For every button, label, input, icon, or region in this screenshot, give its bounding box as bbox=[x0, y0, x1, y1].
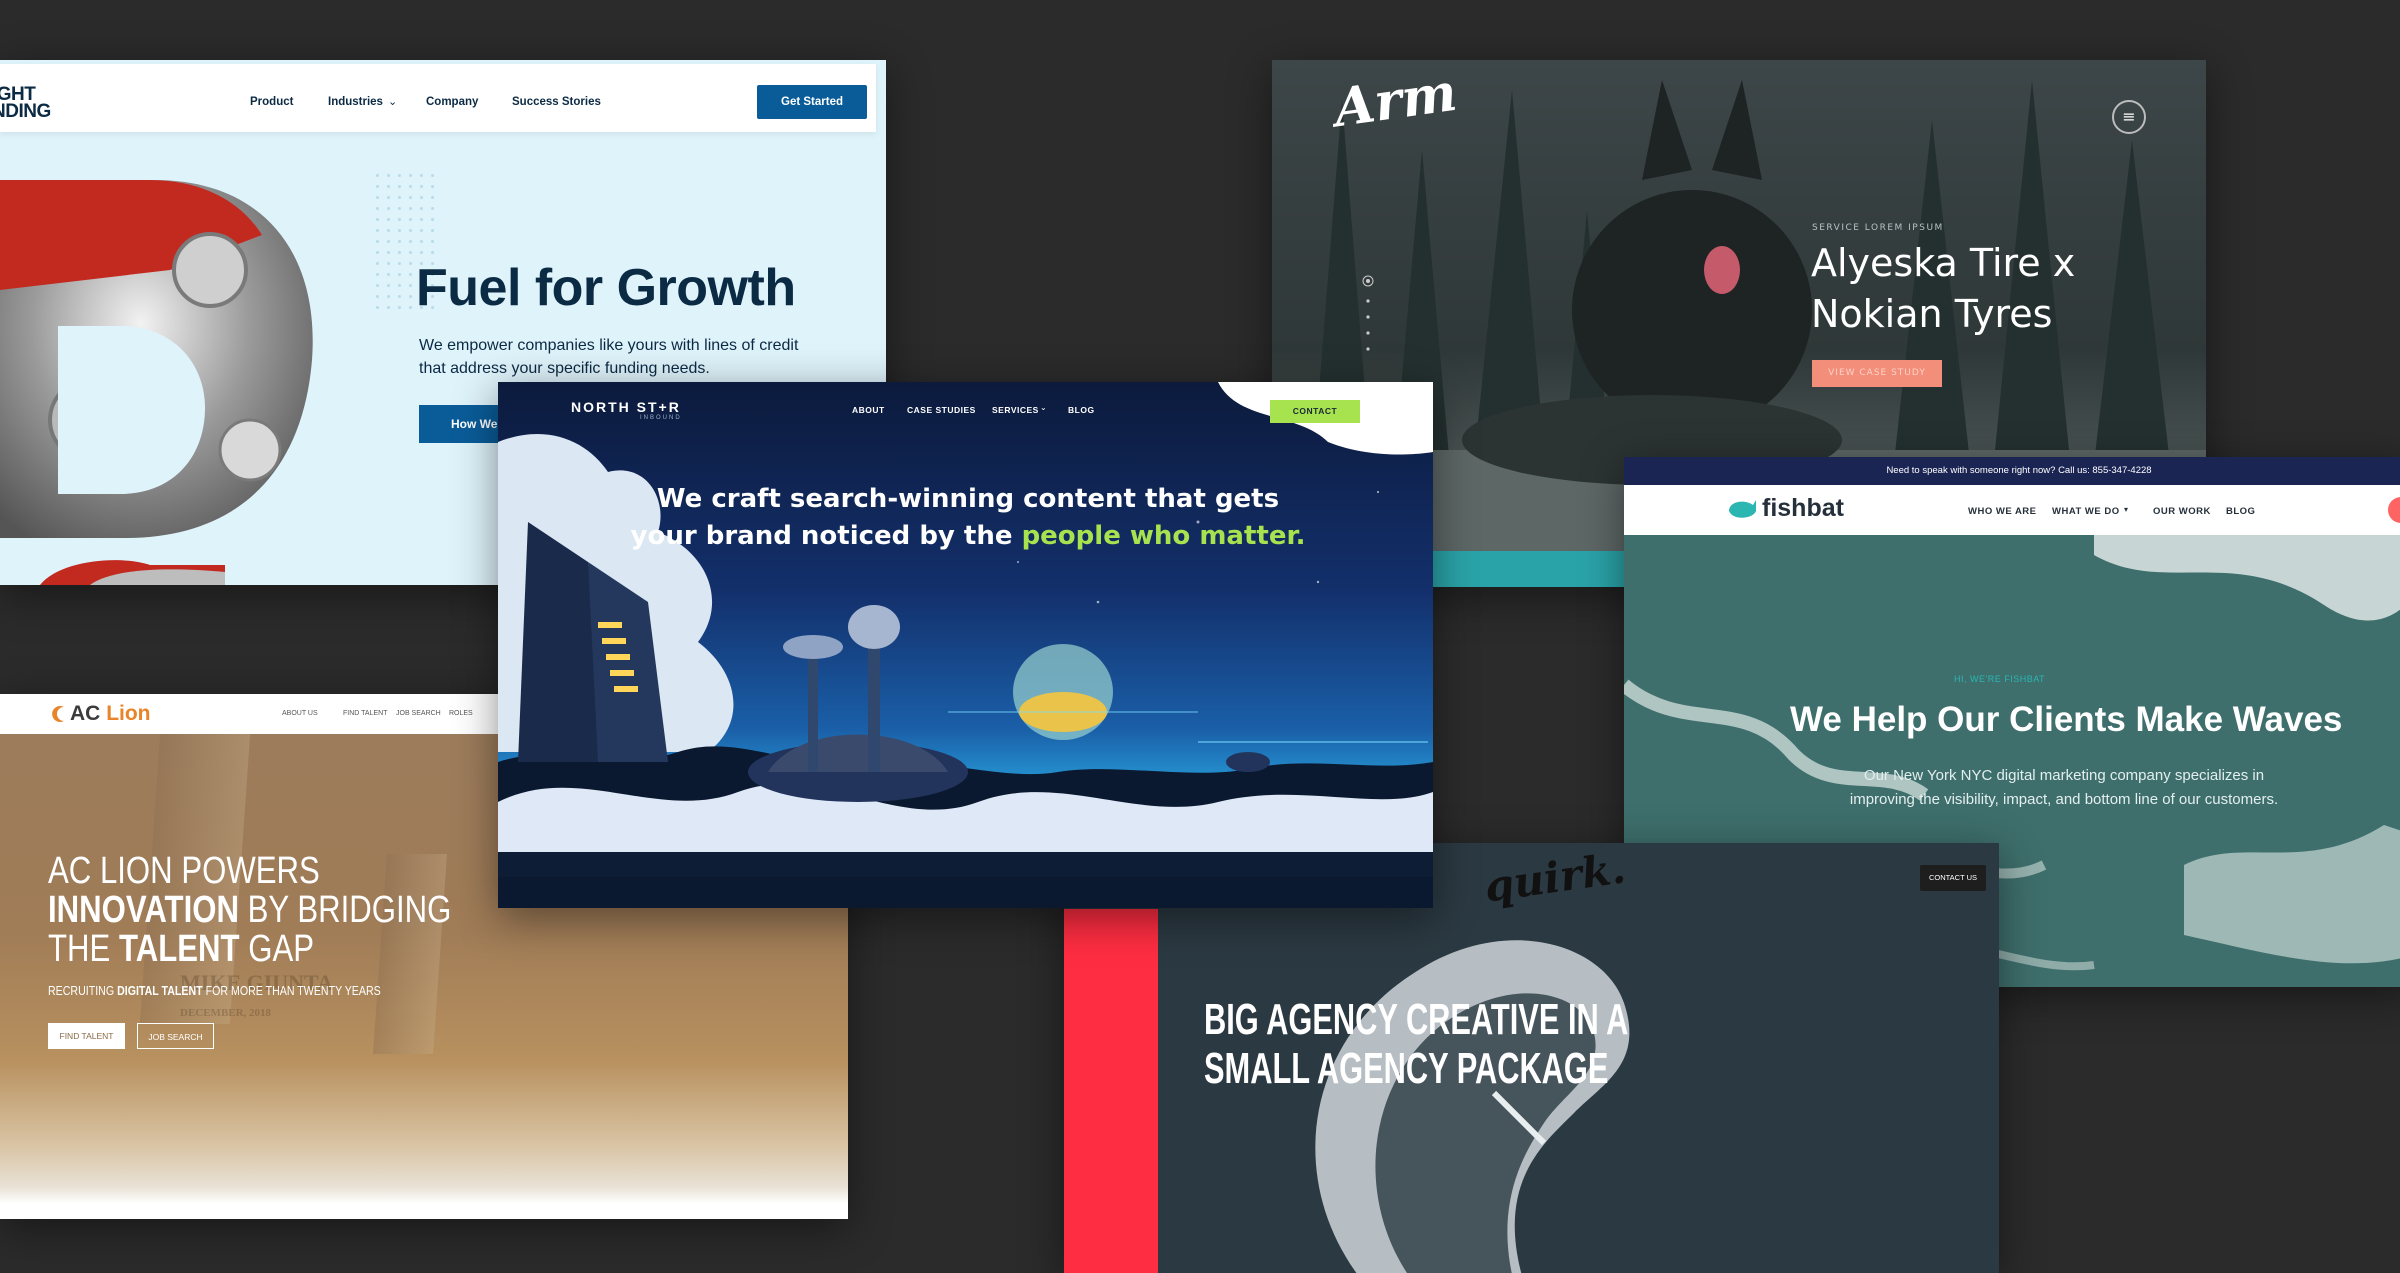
nav-roles[interactable]: ROLES bbox=[449, 710, 473, 717]
top-nav: IGHTNDING Product Industries ⌄ Company S… bbox=[0, 64, 876, 132]
fantasy-island-illustration bbox=[498, 382, 1433, 908]
nav-services[interactable]: SERVICES bbox=[992, 405, 1039, 415]
north-star-logo[interactable]: NORTH ST+R bbox=[571, 399, 681, 415]
fishbat-whale-icon bbox=[1729, 500, 1756, 518]
nav-find-talent[interactable]: FIND TALENT bbox=[343, 710, 387, 717]
nav-blog[interactable]: BLOG bbox=[2226, 506, 2255, 517]
nav-industries[interactable]: Industries bbox=[328, 96, 383, 108]
nav-blog[interactable]: BLOG bbox=[1068, 405, 1095, 415]
contact-topbar[interactable]: Need to speak with someone right now? Ca… bbox=[1624, 457, 2400, 485]
hero-title: BIG AGENCY CREATIVE IN A SMALL AGENCY PAC… bbox=[1204, 995, 1629, 1093]
cta-circle-button[interactable] bbox=[2388, 497, 2400, 523]
nav-company[interactable]: Company bbox=[426, 96, 478, 108]
north-star-logo-subtitle: INBOUND bbox=[640, 415, 682, 421]
hero-title: We Help Our Clients Make Waves bbox=[1790, 700, 2343, 739]
ac-lion-logo[interactable]: AC Lion bbox=[70, 702, 151, 726]
hero-title: AC LION POWERS INNOVATION BY BRIDGING TH… bbox=[48, 850, 452, 970]
red-accent-bar bbox=[1064, 909, 1158, 1273]
soda-cans-letter-image bbox=[0, 180, 313, 585]
plaque-engraving: MIKE GIUNTA DECEMBER, 2018 bbox=[180, 970, 333, 1019]
find-talent-button[interactable]: FIND TALENT bbox=[48, 1023, 125, 1049]
nav-what-we-do[interactable]: WHAT WE DO bbox=[2052, 506, 2120, 517]
hero-title: We craft search-winning content that get… bbox=[630, 484, 1306, 551]
nav-success-stories[interactable]: Success Stories bbox=[512, 96, 601, 108]
view-case-study-button[interactable]: VIEW CASE STUDY bbox=[1812, 360, 1942, 387]
nav-who-we-are[interactable]: WHO WE ARE bbox=[1968, 506, 2037, 517]
get-started-button[interactable]: Get Started bbox=[757, 85, 867, 119]
hero-title: Fuel for Growth bbox=[416, 259, 796, 317]
contact-button[interactable]: CONTACT bbox=[1270, 400, 1360, 423]
slide-pager[interactable] bbox=[1362, 275, 1374, 355]
hero-subtitle: We empower companies like yours with lin… bbox=[419, 337, 799, 377]
hamburger-menu-icon[interactable]: ≡ bbox=[2112, 100, 2146, 134]
contact-us-button[interactable]: CONTACT US bbox=[1920, 865, 1986, 891]
hero-subtitle: Our New York NYC digital marketing compa… bbox=[1849, 767, 2279, 808]
nav-product[interactable]: Product bbox=[250, 96, 293, 108]
fishbat-logo[interactable]: fishbat bbox=[1762, 494, 1844, 523]
eyebrow-text: HI, WE'RE FISHBAT bbox=[1954, 674, 2046, 684]
brand-logo[interactable]: IGHTNDING bbox=[0, 85, 51, 121]
lion-logo-icon bbox=[52, 706, 64, 722]
chevron-down-icon[interactable]: ⌄ bbox=[388, 95, 397, 108]
nav-about[interactable]: ABOUT bbox=[852, 405, 885, 415]
eyebrow-text: SERVICE LOREM IPSUM bbox=[1812, 223, 1944, 233]
chevron-down-icon[interactable]: ⌄ bbox=[1040, 403, 1047, 412]
hero-tagline: RECRUITING DIGITAL TALENT FOR MORE THAN … bbox=[48, 984, 381, 998]
nav-our-work[interactable]: OUR WORK bbox=[2153, 506, 2211, 517]
top-nav: fishbat WHO WE ARE WHAT WE DO ▾ OUR WORK… bbox=[1624, 485, 2400, 535]
job-search-button[interactable]: JOB SEARCH bbox=[137, 1023, 214, 1049]
nav-case-studies[interactable]: CASE STUDIES bbox=[907, 405, 976, 415]
north-star-screenshot: NORTH ST+R INBOUND ABOUT CASE STUDIES SE… bbox=[498, 382, 1433, 908]
hero-title: Alyeska Tire x Nokian Tyres bbox=[1811, 241, 2076, 336]
chevron-down-icon[interactable]: ▾ bbox=[2124, 505, 2128, 514]
nav-job-search[interactable]: JOB SEARCH bbox=[396, 710, 441, 717]
nav-about-us[interactable]: ABOUT US bbox=[282, 710, 318, 717]
